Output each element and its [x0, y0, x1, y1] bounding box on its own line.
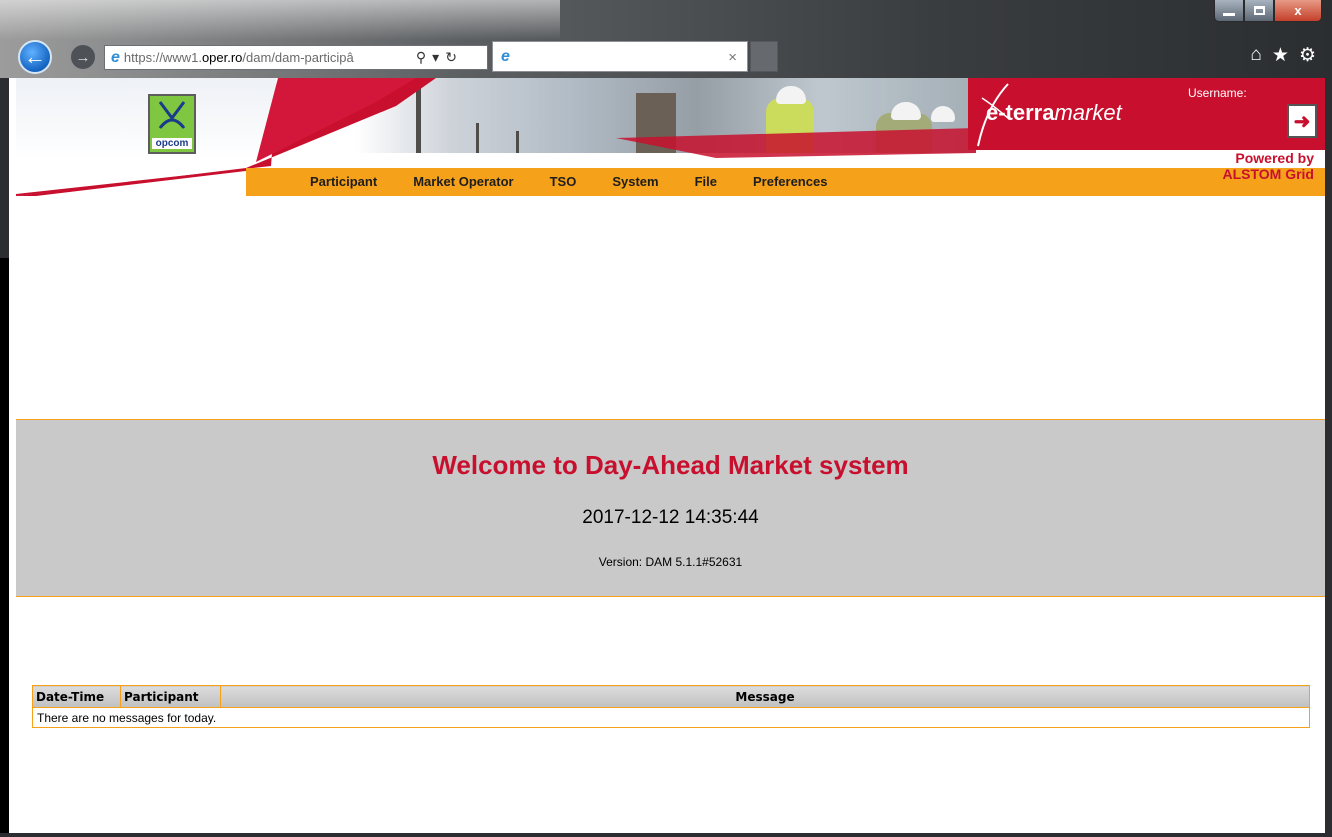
welcome-title: Welcome to Day-Ahead Market system [432, 450, 909, 480]
window-frame-left [0, 78, 9, 837]
window-frame-right [1325, 78, 1332, 837]
powered-by: Powered by ALSTOM Grid [1222, 150, 1314, 182]
brand-name: e-terramarket [986, 100, 1122, 126]
close-window-button[interactable]: x [1274, 0, 1322, 22]
address-bar[interactable]: e https://www1.oper.ro/dam/dam-participâ… [104, 45, 488, 70]
tab-close-icon[interactable]: × [728, 49, 737, 66]
new-tab-button[interactable] [750, 41, 778, 72]
server-datetime: 2017-12-12 14:35:44 [582, 507, 759, 528]
home-icon[interactable]: ⌂ [1250, 44, 1261, 67]
minimize-button[interactable] [1214, 0, 1244, 22]
brand-name-bold: e-terra [986, 100, 1055, 125]
main-menu: Participant Market Operator TSO System F… [310, 174, 863, 189]
settings-gear-icon[interactable]: ⚙ [1299, 44, 1316, 67]
maximize-icon [1253, 6, 1265, 15]
eterra-brand: e-terramarket [968, 78, 1178, 150]
browser-titlebar: x ← → e https://www1.oper.ro/dam/dam-par… [0, 0, 1332, 78]
empty-messages-text: There are no messages for today. [32, 707, 1310, 728]
messages-table: Date-Time Participant Message There are … [32, 685, 1310, 728]
minimize-icon [1223, 13, 1235, 16]
column-header-datetime[interactable]: Date-Time [32, 685, 121, 708]
logout-icon[interactable]: ➜ [1287, 104, 1317, 138]
main-menu-bar: Participant Market Operator TSO System F… [246, 168, 1325, 196]
favorites-star-icon[interactable]: ★ [1272, 44, 1289, 67]
address-url[interactable]: https://www1.oper.ro/dam/dam-participâ [124, 50, 412, 65]
table-row: There are no messages for today. [32, 707, 1310, 728]
username-label: Username: [1188, 86, 1247, 100]
window-controls: x [1214, 0, 1322, 22]
ie-icon: e [111, 48, 120, 66]
powered-by-line2: ALSTOM Grid [1222, 166, 1314, 182]
menu-system[interactable]: System [612, 174, 658, 189]
header-banner: opcom e-terramarket Username: ➜ Particip… [16, 78, 1325, 196]
tab-ie-icon: e [501, 47, 510, 65]
window-frame-bottom [0, 833, 1332, 837]
address-tools: ⚲ ▾ ↻ [416, 49, 457, 66]
back-arrow-icon[interactable]: ← [18, 40, 52, 74]
table-header-row: Date-Time Participant Message [32, 685, 1310, 708]
search-icon[interactable]: ⚲ [416, 49, 426, 66]
url-host: oper.ro [201, 50, 243, 65]
column-header-message[interactable]: Message [220, 685, 1310, 708]
brand-name-italic: market [1054, 100, 1122, 125]
menu-tso[interactable]: TSO [550, 174, 577, 189]
menu-preferences[interactable]: Preferences [753, 174, 827, 189]
maximize-button[interactable] [1244, 0, 1274, 22]
opcom-logo-icon [158, 101, 186, 129]
url-path: /dam/dam-participâ [242, 50, 354, 65]
powered-by-line1: Powered by [1235, 150, 1314, 166]
url-prefix: https://www1. [123, 50, 202, 65]
version-label: Version: DAM 5.1.1#52631 [598, 555, 743, 569]
opcom-logo: opcom [148, 94, 196, 154]
menu-participant[interactable]: Participant [310, 174, 377, 189]
opcom-logo-label: opcom [152, 138, 192, 149]
page-viewport: opcom e-terramarket Username: ➜ Particip… [16, 78, 1325, 833]
menu-file[interactable]: File [695, 174, 717, 189]
forward-arrow-icon[interactable]: → [70, 44, 96, 70]
column-header-participant[interactable]: Participant [120, 685, 221, 708]
dropdown-arrow-icon[interactable]: ▾ [432, 49, 439, 66]
browser-tab[interactable]: e × [492, 41, 748, 72]
welcome-panel: Welcome to Day-Ahead Market system 2017-… [16, 419, 1325, 597]
refresh-icon[interactable]: ↻ [445, 49, 457, 66]
user-panel: Username: ➜ [1178, 78, 1325, 150]
browser-toolbar-right: ⌂ ★ ⚙ [1250, 44, 1316, 67]
menu-market-operator[interactable]: Market Operator [413, 174, 513, 189]
